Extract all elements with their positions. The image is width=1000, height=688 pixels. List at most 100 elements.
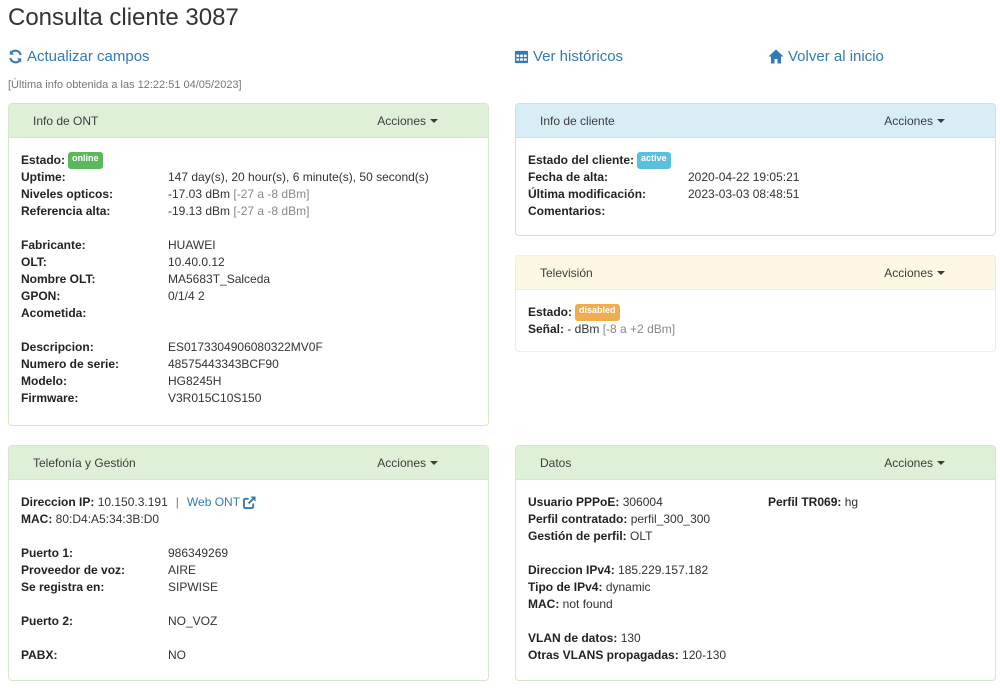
telefonia-actions-label: Acciones: [377, 455, 426, 470]
telefonia-panel: Telefonía y Gestión Acciones Direccion I…: [8, 445, 489, 681]
telefonia-panel-title: Telefonía y Gestión: [33, 455, 136, 470]
datos-gestion-label: Gestión de perfil:: [528, 529, 627, 543]
telefonia-mac-label: MAC:: [21, 512, 53, 526]
telefonia-mac-value: 80:D4:A5:34:3B:D0: [55, 512, 160, 526]
ont-descripcion-value: ES0173304906080322MV0F: [168, 340, 323, 354]
web-ont-label: Web ONT: [186, 495, 241, 509]
telefonia-panel-heading: Telefonía y Gestión Acciones: [9, 446, 488, 480]
telefonia-p1-label: Puerto 1:: [21, 546, 74, 560]
telefonia-p1-value: 986349269: [168, 546, 229, 560]
telefonia-pabx-value: NO: [168, 648, 186, 662]
telefonia-actions-dropdown[interactable]: Acciones: [377, 456, 438, 470]
refresh-button[interactable]: Actualizar campos: [8, 48, 150, 65]
ont-uptime-value: 147 day(s), 20 hour(s), 6 minute(s), 50 …: [168, 170, 429, 184]
datos-tipo-value: dynamic: [605, 580, 651, 594]
page-title: Consulta cliente 3087: [8, 4, 239, 31]
datos-otras-value: 120-130: [682, 648, 727, 662]
caret-down-icon: [430, 119, 438, 123]
home-icon: [768, 49, 784, 64]
ont-niveles-range: [-27 a -8 dBm]: [233, 187, 310, 201]
telefonia-ip-value: 10.150.3.191: [97, 495, 168, 509]
tv-panel-title: Televisión: [540, 265, 593, 280]
history-label: Ver históricos: [533, 48, 624, 65]
telefonia-p2-label: Puerto 2:: [21, 614, 74, 628]
ont-actions-dropdown[interactable]: Acciones: [377, 114, 438, 128]
ont-panel: Info de ONT Acciones Estado: online Uptim…: [8, 103, 489, 426]
datos-panel: Datos Acciones Usuario PPPoE: 306004 Per…: [515, 445, 996, 681]
ont-nombre-olt-label: Nombre OLT:: [21, 272, 96, 286]
calendar-icon: [514, 50, 529, 64]
telefonia-ip-label: Direccion IP:: [21, 495, 95, 509]
datos-tipo-label: Tipo de IPv4:: [528, 580, 603, 594]
cliente-panel-title: Info de cliente: [540, 113, 615, 128]
datos-ipv4-label: Direccion IPv4:: [528, 563, 615, 577]
ont-nombre-olt-value: MA5683T_Salceda: [168, 272, 271, 286]
ont-descripcion-label: Descripcion:: [21, 340, 94, 354]
ont-niveles-value: -17.03 dBm: [168, 187, 231, 201]
ont-referencia-value: -19.13 dBm: [168, 204, 231, 218]
datos-actions-label: Acciones: [884, 455, 933, 470]
tv-senal-value: - dBm: [564, 322, 600, 336]
cliente-estado-label: Estado del cliente:: [528, 153, 635, 167]
telefonia-proveedor-value: AIRE: [168, 563, 197, 577]
ont-fabricante-label: Fabricante:: [21, 238, 86, 252]
tv-actions-dropdown[interactable]: Acciones: [884, 266, 945, 280]
separator: |: [175, 495, 179, 509]
refresh-label: Actualizar campos: [27, 48, 150, 65]
datos-ipv4-value: 185.229.157.182: [618, 563, 709, 577]
ont-gpon-label: GPON:: [21, 289, 61, 303]
datos-perfil-label: Perfil contratado:: [528, 512, 628, 526]
telefonia-pabx-label: PABX:: [21, 648, 58, 662]
datos-panel-title: Datos: [540, 455, 572, 470]
ont-panel-heading: Info de ONT Acciones: [9, 104, 488, 138]
ont-firmware-value: V3R015C10S150: [168, 391, 262, 405]
tv-actions-label: Acciones: [884, 265, 933, 280]
ont-gpon-value: 0/1/4 2: [168, 289, 205, 303]
cliente-alta-label: Fecha de alta:: [528, 170, 609, 184]
telefonia-registra-label: Se registra en:: [21, 580, 105, 594]
ont-referencia-range: [-27 a -8 dBm]: [233, 204, 310, 218]
tv-panel-heading: Televisión Acciones: [516, 256, 995, 290]
cliente-actions-label: Acciones: [884, 113, 933, 128]
ont-estado-label: Estado:: [21, 153, 66, 167]
cliente-panel-heading: Info de cliente Acciones: [516, 104, 995, 138]
history-button[interactable]: Ver históricos: [514, 48, 623, 65]
ont-fabricante-value: HUAWEI: [168, 238, 216, 252]
telefonia-proveedor-label: Proveedor de voz:: [21, 563, 126, 577]
home-label: Volver al inicio: [788, 48, 884, 65]
ont-niveles-label: Niveles opticos:: [21, 187, 114, 201]
status-badge: active: [637, 152, 671, 169]
external-link-icon: [243, 496, 257, 509]
ont-modelo-value: HG8245H: [168, 374, 222, 388]
datos-vlan-label: VLAN de datos:: [528, 631, 618, 645]
cliente-comentarios-label: Comentarios:: [528, 204, 606, 218]
telefonia-p2-value: NO_VOZ: [168, 614, 218, 628]
web-ont-link[interactable]: Web ONT: [186, 494, 257, 511]
datos-perfil-value: perfil_300_300: [630, 512, 711, 526]
datos-pppoe-value: 306004: [622, 495, 663, 509]
refresh-icon: [9, 49, 22, 64]
datos-tr069-label: Perfil TR069:: [768, 495, 842, 509]
ont-serie-value: 48575443343BCF90: [168, 357, 279, 371]
ont-uptime-label: Uptime:: [21, 170, 66, 184]
datos-actions-dropdown[interactable]: Acciones: [884, 456, 945, 470]
ont-modelo-label: Modelo:: [21, 374, 67, 388]
ont-firmware-label: Firmware:: [21, 391, 79, 405]
datos-mac-label: MAC:: [528, 597, 560, 611]
cliente-modif-label: Última modificación:: [528, 187, 647, 201]
caret-down-icon: [937, 461, 945, 465]
cliente-actions-dropdown[interactable]: Acciones: [884, 114, 945, 128]
datos-vlan-value: 130: [620, 631, 641, 645]
cliente-modif-value: 2023-03-03 08:48:51: [688, 187, 800, 201]
ont-olt-value: 10.40.0.12: [168, 255, 225, 269]
tv-senal-label: Señal:: [528, 322, 565, 336]
datos-tr069-value: hg: [844, 495, 859, 509]
home-button[interactable]: Volver al inicio: [768, 48, 884, 65]
tv-estado-label: Estado:: [528, 305, 573, 319]
ont-olt-label: OLT:: [21, 255, 47, 269]
caret-down-icon: [937, 271, 945, 275]
telefonia-registra-value: SIPWISE: [168, 580, 219, 594]
tv-senal-range: [-8 a +2 dBm]: [602, 322, 676, 336]
datos-pppoe-label: Usuario PPPoE:: [528, 495, 620, 509]
caret-down-icon: [430, 461, 438, 465]
